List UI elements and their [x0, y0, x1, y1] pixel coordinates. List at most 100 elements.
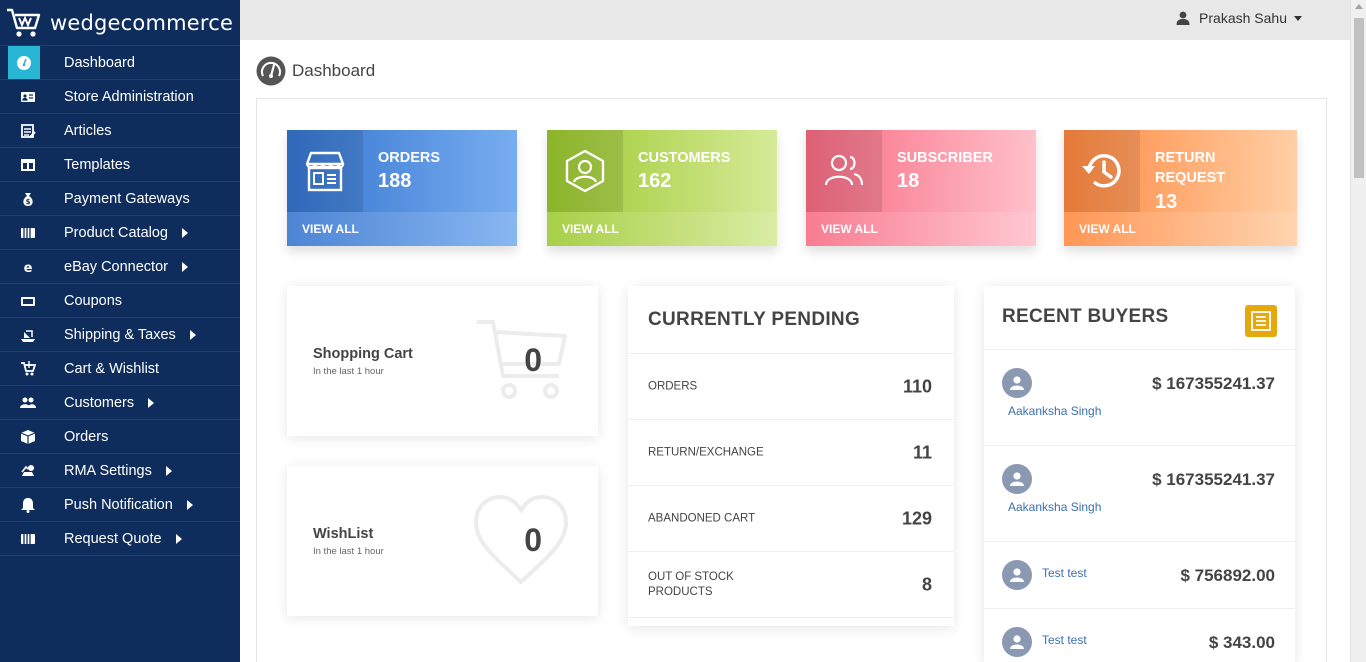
sidebar-item-payment-gateways[interactable]: $ Payment Gateways: [0, 182, 240, 216]
return-request-card[interactable]: RETURN REQUEST 13 VIEW ALL: [1064, 130, 1297, 246]
articles-icon: [8, 114, 48, 147]
currently-pending-title: CURRENTLY PENDING: [628, 286, 954, 354]
cart-icon: [8, 352, 48, 385]
pending-row-label: ABANDONED CART: [648, 512, 756, 524]
cart-watermark-icon: [477, 320, 567, 399]
sidebar: wedgecommerce Dashboard Store Administrat…: [0, 0, 240, 662]
pending-row-return-exchange[interactable]: RETURN/EXCHANGE 11: [628, 420, 954, 486]
pending-row-label: ORDERS: [648, 380, 698, 392]
buyer-name-link[interactable]: Test test: [1042, 633, 1087, 647]
wishlist-count: 0: [524, 522, 542, 558]
user-name: Prakash Sahu: [1199, 10, 1287, 26]
customers-card[interactable]: CUSTOMERS 162 VIEW ALL: [547, 130, 777, 246]
currently-pending-card: CURRENTLY PENDING ORDERS 110 RETURN/EXCHAN…: [628, 286, 954, 626]
sidebar-item-label: Payment Gateways: [64, 190, 190, 207]
user-menu[interactable]: Prakash Sahu: [1176, 10, 1302, 26]
bell-icon: [8, 488, 48, 521]
return-request-label-line2: REQUEST: [1155, 170, 1226, 186]
pending-row-value: 110: [902, 376, 932, 396]
pending-row-abandoned-cart[interactable]: ABANDONED CART 129: [628, 486, 954, 552]
history-clock-icon: [1064, 130, 1140, 212]
buyer-row: Aakanksha Singh $ 167355241.37: [984, 350, 1295, 446]
sidebar-item-shipping-and-taxes[interactable]: Shipping & Taxes: [0, 318, 240, 352]
main-content: Dashboard ORDERS 188 VIEW ALL CUSTOMERS: [240, 40, 1350, 662]
sidebar-item-label: Customers: [64, 394, 135, 411]
buyer-row: Test test $ 343.00: [984, 609, 1295, 662]
sidebar-item-request-quote[interactable]: Request Quote: [0, 522, 240, 556]
sidebar-item-customers[interactable]: Customers: [0, 386, 240, 420]
buyer-row: Test test $ 756892.00: [984, 542, 1295, 609]
customers-view-all-link[interactable]: VIEW ALL: [547, 212, 777, 246]
scroll-up-arrow-icon[interactable]: [1355, 4, 1363, 9]
avatar-icon: [1002, 368, 1032, 398]
chevron-right-icon: [181, 227, 188, 238]
sidebar-item-label: Product Catalog: [64, 224, 168, 241]
sidebar-item-coupons[interactable]: Coupons: [0, 284, 240, 318]
sidebar-item-label: Articles: [64, 122, 112, 139]
buyer-name-link[interactable]: Aakanksha Singh: [1008, 500, 1101, 514]
wishlist-title: WishList: [313, 526, 374, 542]
scrollbar-thumb[interactable]: [1354, 18, 1364, 178]
buyer-amount: $ 167355241.37: [1152, 374, 1275, 393]
users-group-icon: [806, 130, 882, 212]
sidebar-item-store-administration[interactable]: Store Administration: [0, 80, 240, 114]
buyer-name-link[interactable]: Aakanksha Singh: [1008, 404, 1101, 418]
avatar-icon: [1002, 627, 1032, 657]
orders-label: ORDERS: [378, 150, 441, 166]
chevron-right-icon: [175, 533, 182, 544]
page-scrollbar[interactable]: [1350, 0, 1366, 662]
subscriber-view-all-link[interactable]: VIEW ALL: [806, 212, 1036, 246]
sidebar-item-orders[interactable]: Orders: [0, 420, 240, 454]
user-icon: [1176, 11, 1190, 25]
pending-row-value: 8: [921, 574, 932, 594]
sidebar-item-label: Coupons: [64, 292, 123, 309]
return-request-label-line1: RETURN: [1155, 150, 1216, 166]
buyer-name-link[interactable]: Test test: [1042, 566, 1087, 580]
brand-logo[interactable]: wedgecommerce: [0, 0, 240, 46]
pending-row-orders[interactable]: ORDERS 110: [628, 354, 954, 420]
orders-card[interactable]: ORDERS 188 VIEW ALL: [287, 130, 517, 246]
sidebar-item-cart-and-wishlist[interactable]: Cart & Wishlist: [0, 352, 240, 386]
heart-watermark-icon: [473, 494, 569, 585]
topbar: Prakash Sahu: [240, 0, 1350, 40]
sidebar-item-articles[interactable]: Articles: [0, 114, 240, 148]
pending-row-out-of-stock-products[interactable]: OUT OF STOCK PRODUCTS 8: [628, 552, 954, 618]
buyer-row: Aakanksha Singh $ 167355241.37: [984, 446, 1295, 542]
sidebar-item-push-notification[interactable]: Push Notification: [0, 488, 240, 522]
orders-count: 188: [378, 170, 412, 192]
recent-buyers-card: RECENT BUYERS Aakanksha Singh $ 167355241…: [984, 286, 1295, 662]
shopping-cart-card: Shopping Cart In the last 1 hour 0: [287, 286, 598, 436]
customers-label: CUSTOMERS: [638, 150, 731, 166]
svg-text:$: $: [26, 198, 31, 206]
buyer-amount: $ 756892.00: [1180, 566, 1275, 585]
sidebar-item-label: eBay Connector: [64, 258, 168, 275]
sidebar-item-dashboard[interactable]: Dashboard: [0, 46, 240, 80]
sidebar-item-label: Store Administration: [64, 88, 194, 105]
pending-row-label: RETURN/EXCHANGE: [648, 446, 764, 458]
sidebar-item-label: Push Notification: [64, 496, 173, 513]
quote-icon: [8, 522, 48, 555]
sidebar-item-label: Request Quote: [64, 530, 162, 547]
return-request-view-all-link[interactable]: VIEW ALL: [1064, 212, 1297, 246]
return-request-count: 13: [1155, 191, 1178, 213]
chevron-right-icon: [189, 329, 196, 340]
shopping-cart-title: Shopping Cart: [313, 346, 413, 362]
sidebar-item-product-catalog[interactable]: Product Catalog: [0, 216, 240, 250]
subscriber-count: 18: [897, 170, 920, 192]
pending-row-value: 11: [912, 442, 932, 462]
list-icon: [1251, 311, 1271, 331]
sidebar-item-label: RMA Settings: [64, 462, 152, 479]
recent-buyers-header: RECENT BUYERS: [984, 286, 1295, 350]
avatar-icon: [1002, 464, 1032, 494]
sidebar-item-templates[interactable]: Templates: [0, 148, 240, 182]
page-title: Dashboard: [292, 61, 376, 80]
shopping-cart-subtitle: In the last 1 hour: [313, 366, 384, 377]
sidebar-item-ebay-connector[interactable]: e eBay Connector: [0, 250, 240, 284]
buyer-amount: $ 343.00: [1208, 633, 1275, 652]
sidebar-item-rma-settings[interactable]: RMA Settings: [0, 454, 240, 488]
box-icon: [8, 420, 48, 453]
orders-view-all-link[interactable]: VIEW ALL: [287, 212, 517, 246]
subscriber-card[interactable]: SUBSCRIBER 18 VIEW ALL: [806, 130, 1036, 246]
catalog-icon: [8, 216, 48, 249]
recent-buyers-list-button[interactable]: [1245, 305, 1277, 337]
